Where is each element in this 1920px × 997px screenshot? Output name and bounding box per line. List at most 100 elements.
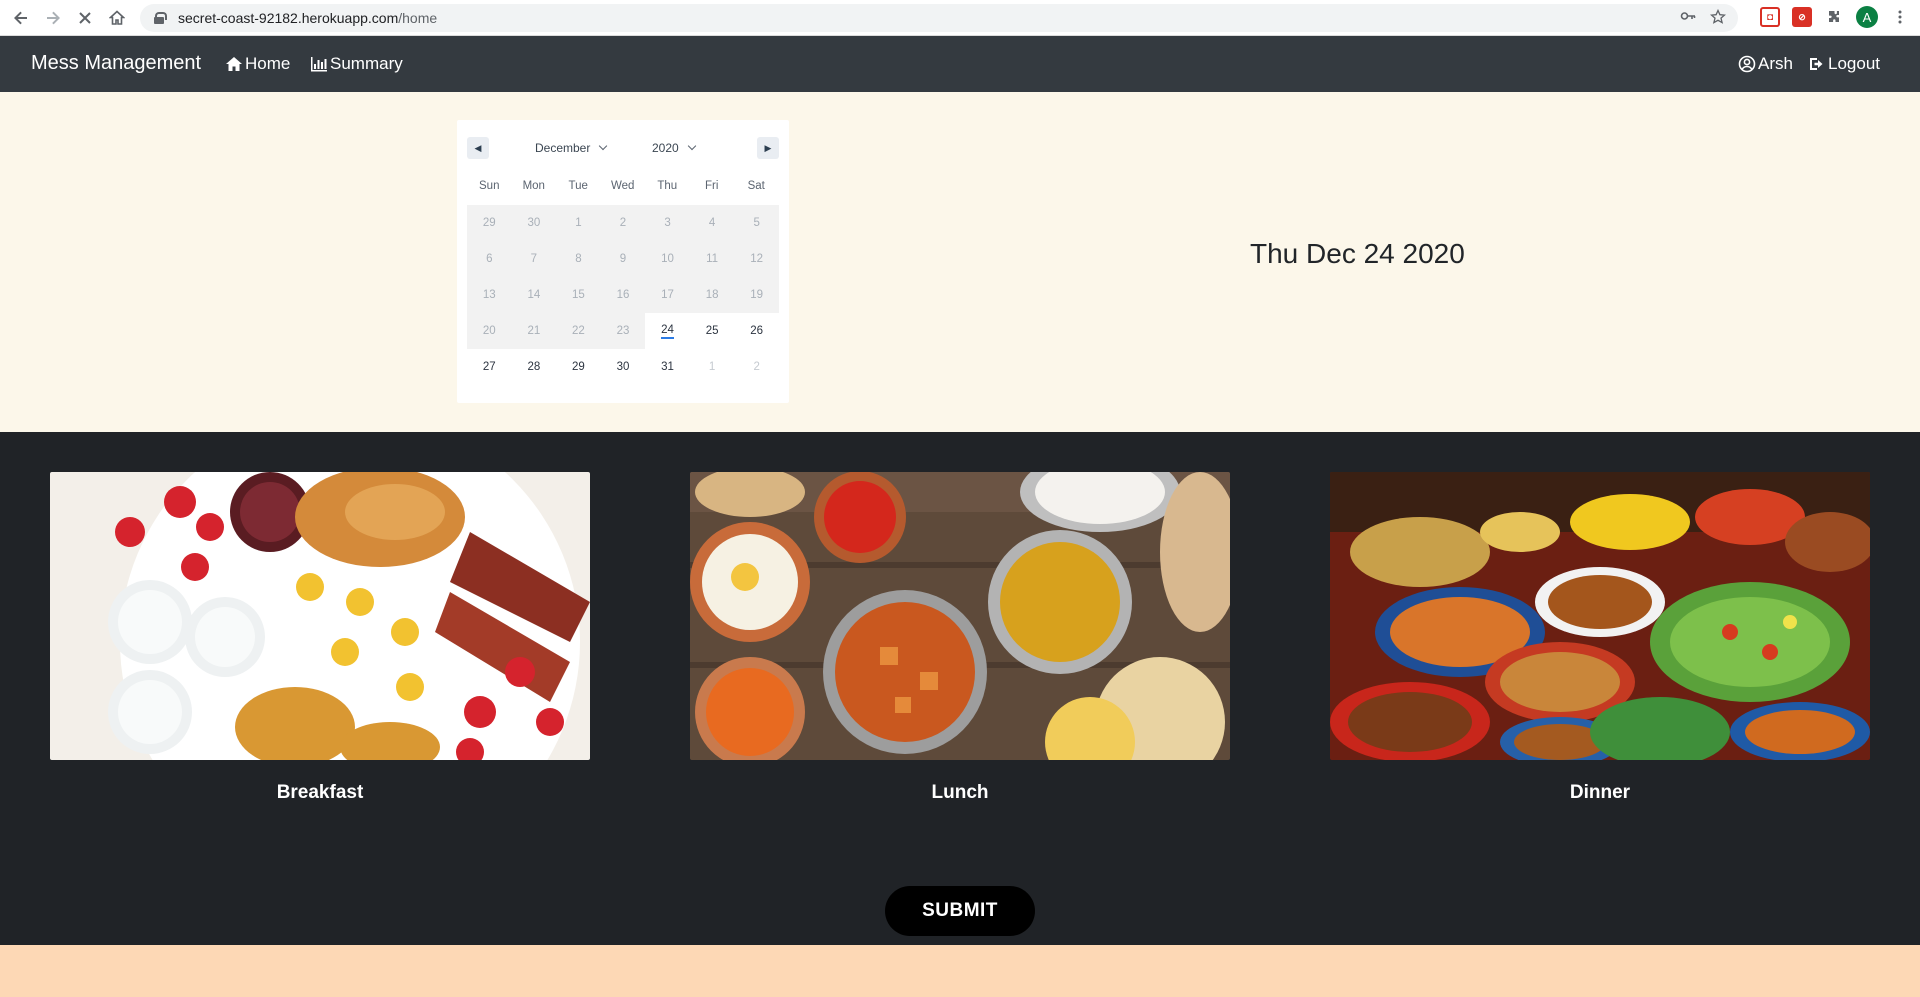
nav-user-label: Arsh bbox=[1758, 54, 1793, 73]
calendar-day: 21 bbox=[511, 313, 557, 349]
month-select[interactable]: December bbox=[535, 141, 608, 155]
selected-date-heading: Thu Dec 24 2020 bbox=[1250, 238, 1465, 269]
calendar-day: 10 bbox=[645, 241, 690, 277]
calendar-day[interactable]: 1 bbox=[690, 349, 735, 385]
calendar-day[interactable]: 25 bbox=[690, 313, 735, 349]
calendar-day: 22 bbox=[556, 313, 601, 349]
lock-icon bbox=[154, 12, 167, 24]
extension-adblock-icon[interactable]: ⊘ bbox=[1792, 7, 1812, 27]
dinner-image[interactable] bbox=[1330, 472, 1870, 760]
calendar-day: 11 bbox=[689, 241, 735, 277]
nav-logout-link[interactable]: Logout bbox=[1808, 54, 1880, 74]
calendar-day: 12 bbox=[734, 241, 779, 277]
calendar-day: 30 bbox=[511, 205, 557, 241]
calendar-week-row: 20 21 22 23 24 25 26 bbox=[467, 313, 779, 349]
calendar-day: 20 bbox=[467, 313, 512, 349]
calendar-day: 9 bbox=[600, 241, 646, 277]
address-bar[interactable]: secret-coast-92182.herokuapp.com/home bbox=[140, 4, 1738, 32]
calendar-day: 14 bbox=[511, 277, 557, 313]
calendar-day: 17 bbox=[645, 277, 690, 313]
chevron-down-icon bbox=[599, 141, 608, 151]
calendar-day: 1 bbox=[556, 205, 601, 241]
calendar-day: 5 bbox=[734, 205, 779, 241]
calendar-day[interactable]: 29 bbox=[556, 349, 601, 385]
calendar-day: 16 bbox=[600, 277, 646, 313]
calendar-day[interactable]: 26 bbox=[734, 313, 779, 349]
weekday-label: Tue bbox=[568, 180, 588, 192]
weekday-label: Fri bbox=[705, 180, 719, 192]
calendar-day[interactable]: 27 bbox=[467, 349, 512, 385]
calendar-week-row: 13 14 15 16 17 18 19 bbox=[467, 277, 779, 313]
chevron-down-icon bbox=[687, 141, 696, 151]
weekday-header: Sun Mon Tue Wed Thu Fri Sat bbox=[467, 180, 779, 192]
profile-avatar[interactable]: A bbox=[1856, 6, 1878, 28]
calendar-day: 15 bbox=[556, 277, 601, 313]
user-circle-icon bbox=[1738, 55, 1756, 73]
calendar-day: 18 bbox=[689, 277, 735, 313]
weekday-label: Sun bbox=[479, 180, 500, 192]
breakfast-image[interactable] bbox=[50, 472, 590, 760]
triangle-left-icon: ◀ bbox=[474, 142, 482, 153]
calendar-day: 7 bbox=[511, 241, 557, 277]
nav-home-label: Home bbox=[245, 54, 291, 73]
calendar-day: 3 bbox=[645, 205, 690, 241]
calendar-day[interactable]: 2 bbox=[734, 349, 779, 385]
meal-card-dinner[interactable]: Dinner bbox=[1330, 472, 1870, 804]
nav-summary-label: Summary bbox=[330, 54, 403, 73]
calendar-day[interactable]: 31 bbox=[645, 349, 690, 385]
forward-icon[interactable] bbox=[38, 3, 68, 33]
meals-section: Breakfast Lunch Dinner SUBMIT bbox=[0, 432, 1920, 945]
calendar-day: 23 bbox=[600, 313, 646, 349]
home-icon bbox=[226, 57, 242, 71]
meal-label-breakfast: Breakfast bbox=[276, 782, 364, 803]
calendar-day: 6 bbox=[467, 241, 512, 277]
calendar-header: ◀ December 2020 ▶ bbox=[467, 137, 779, 159]
weekday-label: Thu bbox=[657, 180, 678, 192]
extension-shield-icon[interactable]: ◘ bbox=[1760, 7, 1780, 27]
year-select[interactable]: 2020 bbox=[652, 141, 696, 155]
weekday-label: Mon bbox=[522, 180, 545, 192]
next-month-button[interactable]: ▶ bbox=[757, 137, 779, 159]
footer-band bbox=[0, 945, 1920, 997]
calendar-day[interactable]: 30 bbox=[601, 349, 646, 385]
nav-summary-link[interactable]: Summary bbox=[310, 54, 403, 74]
year-value: 2020 bbox=[652, 141, 679, 155]
home-browser-icon[interactable] bbox=[102, 3, 132, 33]
triangle-right-icon: ▶ bbox=[764, 142, 772, 153]
browser-menu-icon[interactable] bbox=[1890, 7, 1910, 27]
nav-user-link[interactable]: Arsh bbox=[1738, 54, 1793, 74]
calendar-week-row: 27 28 29 30 31 1 2 bbox=[467, 349, 779, 385]
bar-chart-icon bbox=[311, 57, 327, 72]
url-path: /home bbox=[398, 10, 438, 26]
extensions-puzzle-icon[interactable] bbox=[1824, 7, 1844, 27]
key-icon[interactable] bbox=[1680, 9, 1696, 29]
calendar-week-row: 29 30 1 2 3 4 5 bbox=[467, 205, 779, 241]
weekday-label: Wed bbox=[611, 180, 635, 192]
lunch-image[interactable] bbox=[690, 472, 1230, 760]
nav-logout-label: Logout bbox=[1828, 54, 1880, 73]
logout-icon bbox=[1810, 58, 1823, 70]
prev-month-button[interactable]: ◀ bbox=[467, 137, 489, 159]
calendar-day: 13 bbox=[467, 277, 512, 313]
submit-button[interactable]: SUBMIT bbox=[885, 886, 1035, 936]
calendar-days-grid: 29 30 1 2 3 4 5 6 7 8 9 10 11 12 13 14 1… bbox=[467, 205, 779, 385]
calendar-day: 2 bbox=[600, 205, 646, 241]
brand-title[interactable]: Mess Management bbox=[31, 52, 201, 75]
calendar-day-today[interactable]: 24 bbox=[645, 313, 690, 349]
date-picker-section: ◀ December 2020 ▶ Sun Mon Tue Wed Thu Fr… bbox=[0, 92, 1920, 432]
weekday-label: Sat bbox=[747, 180, 765, 192]
app-navbar: Mess Management Home Summary Arsh Logout bbox=[0, 36, 1920, 92]
meal-card-breakfast[interactable]: Breakfast bbox=[50, 472, 590, 804]
stop-icon[interactable] bbox=[70, 3, 100, 33]
calendar-day: 4 bbox=[689, 205, 735, 241]
meal-card-lunch[interactable]: Lunch bbox=[690, 472, 1230, 804]
nav-home-link[interactable]: Home bbox=[225, 54, 290, 74]
url-host: secret-coast-92182.herokuapp.com bbox=[178, 10, 399, 26]
calendar-day[interactable]: 28 bbox=[512, 349, 557, 385]
bookmark-star-icon[interactable] bbox=[1709, 8, 1727, 29]
meal-label-lunch: Lunch bbox=[931, 782, 989, 803]
calendar-day: 29 bbox=[467, 205, 512, 241]
meal-label-dinner: Dinner bbox=[1569, 782, 1631, 803]
back-icon[interactable] bbox=[6, 3, 36, 33]
browser-toolbar: secret-coast-92182.herokuapp.com/home ◘ … bbox=[0, 0, 1920, 36]
